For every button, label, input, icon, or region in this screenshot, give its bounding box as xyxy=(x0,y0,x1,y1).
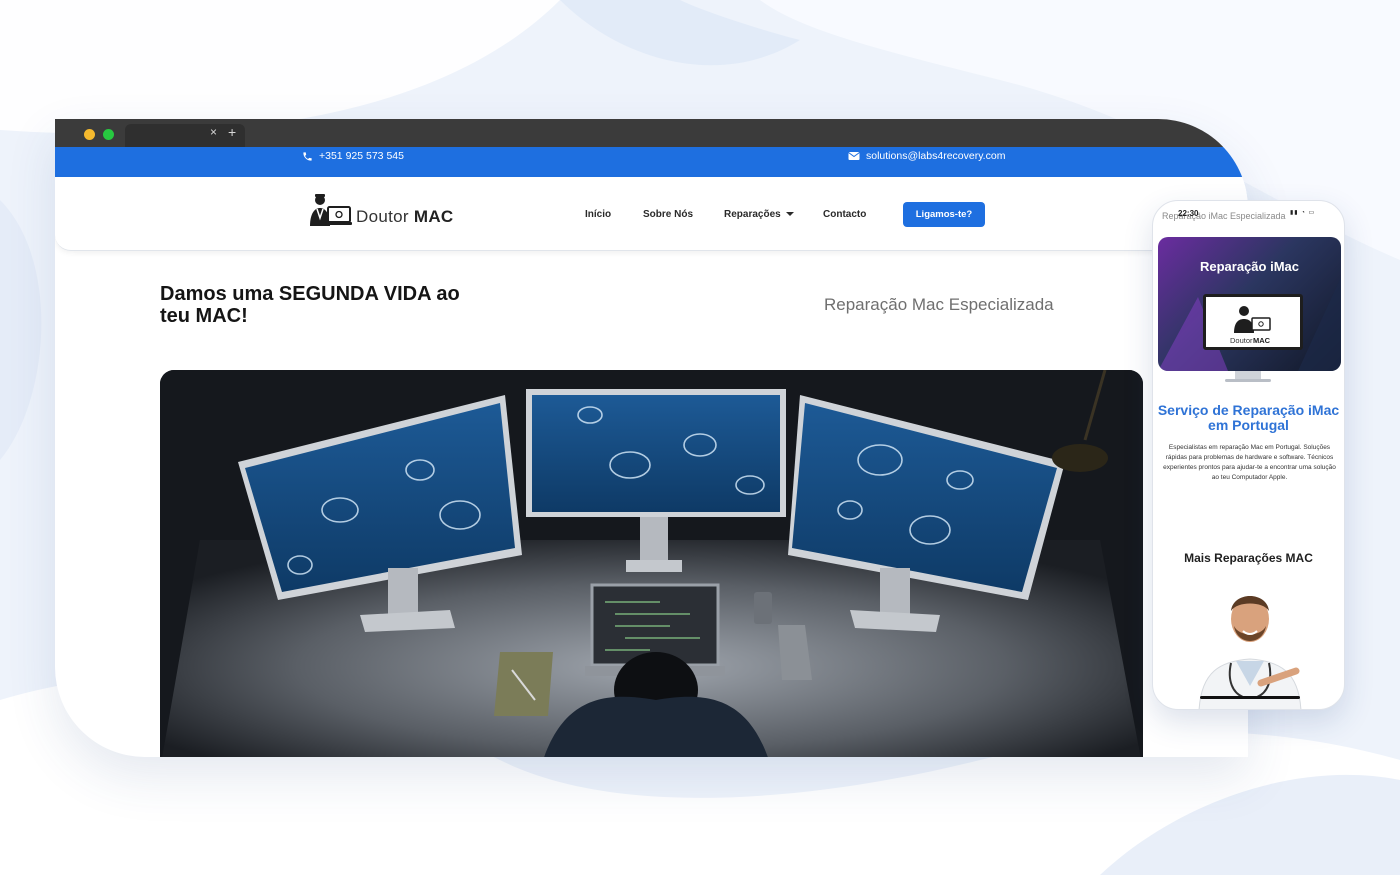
nav-inicio[interactable]: Início xyxy=(585,209,611,220)
topbar-phone-number: +351 925 573 545 xyxy=(319,150,404,162)
hero-subtitle: Reparação Mac Especializada xyxy=(824,295,1054,314)
phone-more-repairs-heading: Mais Reparações MAC xyxy=(1184,551,1313,565)
phone-service-heading: Serviço de Reparação iMac em Portugal xyxy=(1157,402,1340,433)
nav-sobre-nos[interactable]: Sobre Nós xyxy=(643,209,693,220)
tab-close-icon[interactable]: × xyxy=(210,125,217,139)
topbar-email-address: solutions@labs4recovery.com xyxy=(866,150,1006,162)
hero-title: Damos uma SEGUNDA VIDA ao teu MAC! xyxy=(160,283,460,327)
signal-wifi-battery-icons: ▮▮ ◔ ▭ xyxy=(1290,210,1316,216)
nav-reparacoes-label: Reparações xyxy=(724,209,781,220)
topbar-email-link[interactable]: solutions@labs4recovery.com xyxy=(848,150,1005,162)
doctor-laptop-icon xyxy=(310,194,352,226)
phone-home-indicator xyxy=(1200,696,1300,699)
maximize-dot[interactable] xyxy=(103,129,114,140)
phone-status-bar: Reparação iMac Especializada 22:30 ▮▮ ◔ … xyxy=(1153,209,1344,223)
doctor-mac-logo-icon: Doutor MAC xyxy=(1230,306,1271,345)
envelope-icon xyxy=(848,152,860,160)
phone-service-description: Especialistas em reparação Mac em Portug… xyxy=(1163,444,1336,481)
caret-down-icon xyxy=(786,212,795,216)
phone-hero-banner: Reparação iMac Doutor MAC xyxy=(1158,237,1341,371)
logo-wordmark: Doutor MAC xyxy=(356,207,453,227)
phone-time: 22:30 xyxy=(1178,209,1199,218)
phone-imac-stand xyxy=(1235,371,1261,379)
logo-word-mac: MAC xyxy=(413,207,454,226)
phone-logo-text-doutor: Doutor xyxy=(1230,336,1253,345)
desktop-browser-mockup: × + +351 925 573 545 solutions@labs4reco… xyxy=(55,119,1248,757)
phone-icon xyxy=(303,151,312,161)
logo-word-doutor: Doutor xyxy=(356,207,409,226)
mobile-phone-mockup: Reparação iMac Especializada 22:30 ▮▮ ◔ … xyxy=(1152,200,1345,710)
minimize-dot[interactable] xyxy=(84,129,95,140)
nav-contacto[interactable]: Contacto xyxy=(823,209,866,220)
nav-reparacoes[interactable]: Reparações xyxy=(724,209,795,220)
phone-imac-screen: Doutor MAC xyxy=(1203,294,1303,350)
browser-tab[interactable] xyxy=(125,124,245,147)
call-me-button[interactable]: Ligamos-te? xyxy=(903,202,985,227)
hero-image xyxy=(160,370,1143,757)
new-tab-icon[interactable]: + xyxy=(228,124,236,140)
phone-doctor-photo xyxy=(1191,571,1309,709)
site-header: Doutor MAC Início Sobre Nós Reparações C… xyxy=(55,177,1248,251)
phone-logo-text-mac: MAC xyxy=(1253,336,1271,345)
topbar-phone-link[interactable]: +351 925 573 545 xyxy=(302,150,404,162)
browser-chrome: × + xyxy=(55,119,1248,147)
workstation-jellyfish-monitors-image xyxy=(160,370,1143,757)
phone-imac-base xyxy=(1225,379,1271,382)
contact-topbar: +351 925 573 545 solutions@labs4recovery… xyxy=(55,147,1248,177)
doutor-mac-logo[interactable]: Doutor MAC xyxy=(308,193,453,227)
